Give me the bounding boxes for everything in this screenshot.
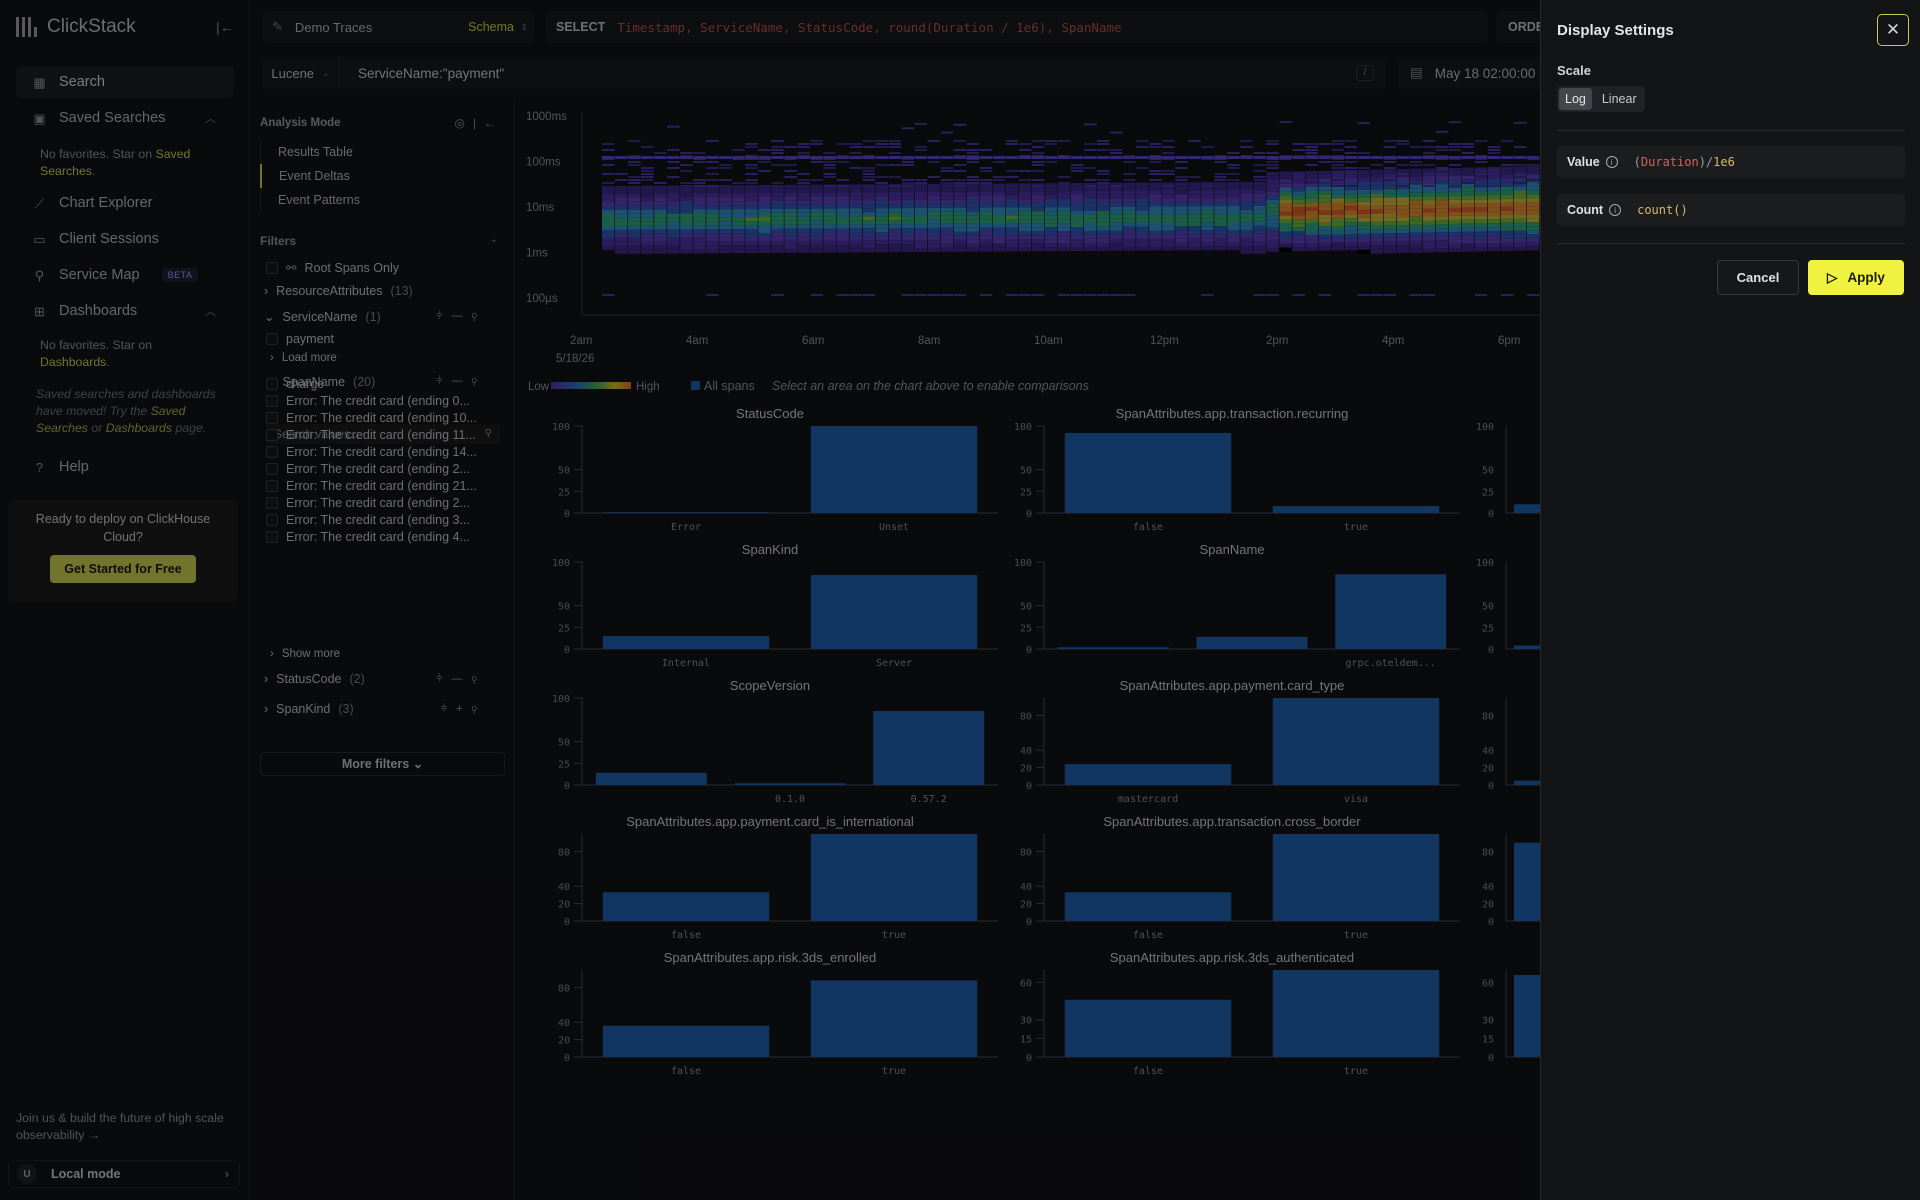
expr-number: 1e6	[1713, 155, 1735, 169]
cancel-button[interactable]: Cancel	[1717, 260, 1799, 295]
count-field[interactable]: Count i count()	[1557, 194, 1905, 226]
value-label: Value	[1567, 155, 1600, 169]
info-icon[interactable]: i	[1605, 156, 1618, 168]
info-icon[interactable]: i	[1609, 204, 1622, 216]
close-button[interactable]: ✕	[1877, 14, 1909, 46]
play-icon: ▷	[1827, 269, 1838, 285]
scale-log-option[interactable]: Log	[1559, 88, 1592, 110]
scale-toggle: Log Linear	[1557, 86, 1645, 112]
drawer-title: Display Settings	[1557, 22, 1674, 39]
count-expression[interactable]: count()	[1637, 203, 1688, 217]
expr-operator: )/	[1698, 155, 1714, 169]
display-settings-drawer: Display Settings ✕ Scale Log Linear Valu…	[1540, 0, 1920, 1200]
apply-button[interactable]: ▷ Apply	[1808, 260, 1904, 295]
expr-paren: (	[1633, 155, 1641, 169]
expr-identifier: Duration	[1640, 155, 1699, 169]
apply-label: Apply	[1847, 270, 1885, 285]
modal-overlay[interactable]	[0, 0, 1540, 1200]
divider	[1557, 243, 1905, 244]
scale-linear-option[interactable]: Linear	[1596, 88, 1643, 110]
value-field[interactable]: Value i (Duration)/1e6	[1557, 146, 1905, 178]
divider	[1557, 130, 1905, 131]
close-icon: ✕	[1885, 20, 1901, 39]
scale-label: Scale	[1557, 63, 1591, 78]
count-label: Count	[1567, 203, 1604, 217]
value-expression[interactable]: (Duration)/1e6	[1634, 155, 1735, 169]
